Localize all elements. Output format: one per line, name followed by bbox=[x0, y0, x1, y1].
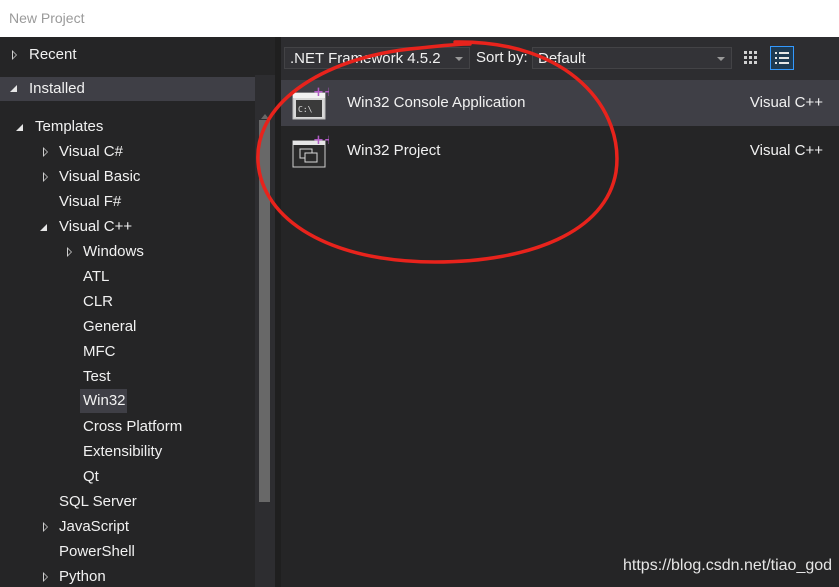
tree-item-installed[interactable]: Installed bbox=[0, 77, 275, 101]
tree-item-sql-server[interactable]: SQL Server bbox=[0, 491, 255, 513]
tree-item-label: SQL Server bbox=[59, 493, 137, 510]
tree-item-powershell[interactable]: PowerShell bbox=[0, 541, 255, 563]
tree-item-windows[interactable]: Windows bbox=[0, 241, 255, 263]
tree-item-label: Windows bbox=[83, 243, 144, 260]
tree-item-label: PowerShell bbox=[59, 543, 135, 560]
chevron-down-icon bbox=[717, 57, 725, 61]
tree-item-label: CLR bbox=[83, 293, 114, 310]
expand-arrow-icon[interactable] bbox=[43, 147, 48, 157]
tree-item-label: Installed bbox=[29, 80, 85, 97]
svg-text:++: ++ bbox=[313, 86, 329, 100]
tree-item-javascript[interactable]: JavaScript bbox=[0, 516, 255, 538]
tree-item-qt[interactable]: Qt bbox=[0, 466, 255, 488]
tree-item-label: Extensibility bbox=[83, 443, 163, 460]
tree-scrollbar-thumb[interactable] bbox=[259, 120, 270, 502]
tree-item-extensibility[interactable]: Extensibility bbox=[0, 441, 255, 463]
template-tree-pane: Recent Installed Templates Visual C# Vis… bbox=[0, 37, 275, 587]
tree-item-visual-fsharp[interactable]: Visual F# bbox=[0, 191, 255, 213]
template-item-console-app[interactable]: C:\ ++ Win32 Console Application Visual … bbox=[281, 80, 839, 126]
tree-item-label: MFC bbox=[83, 343, 116, 360]
tree-item-label: Recent bbox=[29, 46, 77, 63]
sort-value: Default bbox=[538, 50, 586, 67]
template-list-pane: .NET Framework 4.5.2 Sort by: Default C:… bbox=[281, 37, 839, 587]
tree-item-visual-cpp[interactable]: Visual C++ bbox=[0, 216, 255, 238]
tree-item-label: Win32 bbox=[83, 392, 126, 409]
tree-item-label: ATL bbox=[83, 268, 110, 285]
tree-item-label: Cross Platform bbox=[83, 418, 183, 435]
grid-view-icon bbox=[744, 51, 757, 64]
tree-item-visual-basic[interactable]: Visual Basic bbox=[0, 166, 255, 188]
collapse-arrow-icon[interactable] bbox=[40, 224, 47, 231]
tree-item-win32[interactable]: Win32 bbox=[0, 390, 255, 412]
tree-item-templates[interactable]: Templates bbox=[0, 116, 255, 138]
win32-project-icon: ++ bbox=[292, 134, 329, 168]
console-app-icon: C:\ ++ bbox=[292, 86, 329, 120]
template-name: Win32 Console Application bbox=[347, 94, 526, 111]
tree-item-clr[interactable]: CLR bbox=[0, 291, 255, 313]
list-view-button[interactable] bbox=[770, 46, 794, 70]
tree-item-recent[interactable]: Recent bbox=[0, 44, 255, 66]
small-icons-view-button[interactable] bbox=[739, 46, 763, 70]
scroll-up-arrow-icon[interactable] bbox=[261, 114, 269, 119]
tree-item-label: Qt bbox=[83, 468, 99, 485]
window-title: New Project bbox=[0, 0, 839, 37]
template-language: Visual C++ bbox=[749, 142, 823, 159]
tree-item-label: Templates bbox=[35, 118, 104, 135]
svg-text:++: ++ bbox=[313, 134, 329, 148]
tree-item-visual-csharp[interactable]: Visual C# bbox=[0, 141, 255, 163]
collapse-arrow-icon[interactable] bbox=[10, 85, 17, 92]
list-view-icon bbox=[775, 52, 789, 64]
tree-item-label: Visual C# bbox=[59, 143, 123, 160]
tree-item-cross-platform[interactable]: Cross Platform bbox=[0, 416, 255, 438]
tree-item-label: Test bbox=[83, 368, 111, 385]
framework-dropdown[interactable]: .NET Framework 4.5.2 bbox=[284, 47, 470, 69]
sort-dropdown[interactable]: Default bbox=[532, 47, 732, 69]
tree-item-general[interactable]: General bbox=[0, 316, 255, 338]
tree-item-python[interactable]: Python bbox=[0, 566, 255, 587]
tree-item-label: Python bbox=[59, 568, 106, 585]
tree-item-label: Visual C++ bbox=[59, 218, 133, 235]
template-item-win32-project[interactable]: ++ Win32 Project Visual C++ bbox=[281, 128, 839, 174]
tree-item-mfc[interactable]: MFC bbox=[0, 341, 255, 363]
expand-arrow-icon[interactable] bbox=[43, 572, 48, 582]
template-toolbar: .NET Framework 4.5.2 Sort by: Default bbox=[281, 37, 839, 80]
template-language: Visual C++ bbox=[749, 94, 823, 111]
chevron-down-icon bbox=[455, 57, 463, 61]
tree-item-label: Visual F# bbox=[59, 193, 122, 210]
tree-item-label: Visual Basic bbox=[59, 168, 141, 185]
collapse-arrow-icon[interactable] bbox=[16, 124, 23, 131]
watermark-text: https://blog.csdn.net/tiao_god bbox=[623, 557, 833, 574]
expand-arrow-icon[interactable] bbox=[43, 172, 48, 182]
expand-arrow-icon[interactable] bbox=[43, 522, 48, 532]
svg-text:C:\: C:\ bbox=[298, 105, 313, 114]
tree-item-label: General bbox=[83, 318, 137, 335]
tree-item-label: JavaScript bbox=[59, 518, 130, 535]
expand-arrow-icon[interactable] bbox=[67, 247, 72, 257]
template-name: Win32 Project bbox=[347, 142, 441, 159]
framework-value: .NET Framework 4.5.2 bbox=[290, 50, 441, 67]
expand-arrow-icon[interactable] bbox=[12, 50, 17, 60]
sort-by-label: Sort by: bbox=[476, 49, 528, 66]
tree-item-atl[interactable]: ATL bbox=[0, 266, 255, 288]
tree-item-test[interactable]: Test bbox=[0, 366, 255, 388]
